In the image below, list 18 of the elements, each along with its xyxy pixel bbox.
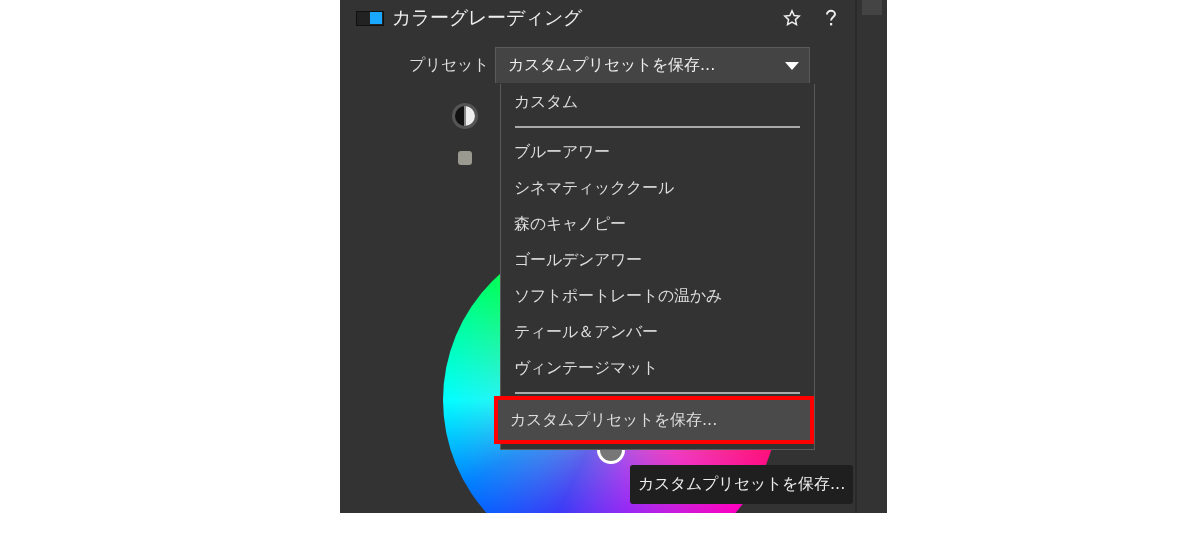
panel-title: カラーグレーディング — [392, 5, 582, 30]
preset-label: プリセット — [408, 54, 490, 76]
menu-item[interactable]: 森のキャノピー — [501, 206, 800, 242]
toggle-switch[interactable] — [356, 10, 384, 26]
menu-item[interactable]: ティール＆アンバー — [501, 314, 800, 350]
menu-item[interactable]: ブルーアワー — [501, 134, 800, 170]
caret-icon — [785, 60, 799, 71]
help-icon[interactable] — [825, 9, 837, 27]
preset-dropdown[interactable]: カスタムプリセットを保存... — [495, 47, 810, 83]
star-icon[interactable] — [783, 9, 801, 27]
contrast-icon[interactable] — [450, 101, 480, 131]
menu-item[interactable]: ソフトポートレートの温かみ — [501, 278, 800, 314]
menu-item[interactable]: シネマティッククール — [501, 170, 800, 206]
menu-item[interactable]: ヴィンテージマット — [501, 350, 800, 386]
menu-item[interactable]: カスタム — [501, 84, 800, 120]
menu-item[interactable]: ゴールデンアワー — [501, 242, 800, 278]
tooltip: カスタムプリセットを保存... — [630, 465, 854, 504]
color-swatch[interactable] — [458, 151, 472, 165]
